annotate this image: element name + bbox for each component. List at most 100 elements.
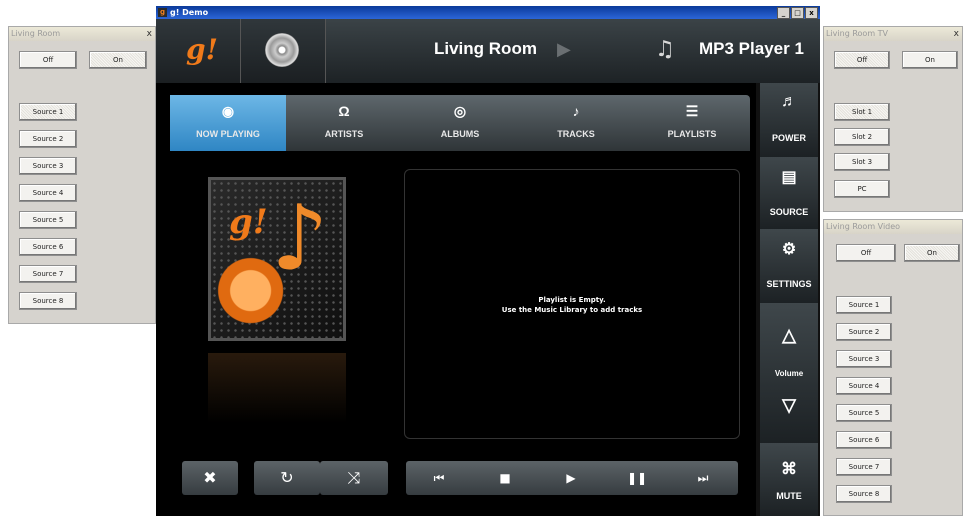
window-close-button[interactable]: x [805, 7, 818, 19]
minimize-button[interactable]: _ [777, 7, 790, 19]
tv-off-button[interactable]: Off [834, 51, 890, 69]
playlist-empty-message: Playlist is Empty. Use the Music Library… [405, 295, 739, 315]
album-art-logo: g! [229, 202, 268, 242]
pc-button[interactable]: PC [834, 180, 890, 198]
settings-button[interactable]: ⚙ SETTINGS [760, 229, 818, 304]
sidebar: ♬ POWER ▤ SOURCE ⚙ SETTINGS △ Volume ▽ ⌘… [756, 83, 820, 516]
playlist-empty-line: Playlist is Empty. [538, 296, 606, 304]
source-button-1[interactable]: Source 1 [19, 103, 77, 121]
slot-button-3[interactable]: Slot 3 [834, 153, 890, 171]
playlist-panel[interactable]: Playlist is Empty. Use the Music Library… [404, 169, 740, 439]
tab-artists[interactable]: Ω ARTISTS [286, 95, 402, 151]
album-art-reflection [208, 353, 346, 423]
shuffle-button[interactable]: ⤨ [320, 461, 388, 495]
slot-button-2[interactable]: Slot 2 [834, 128, 890, 146]
pause-button[interactable]: ❚❚ [612, 461, 662, 495]
close-icon[interactable]: x [147, 27, 152, 41]
playlist-hint-line: Use the Music Library to add tracks [501, 306, 643, 314]
maximize-button[interactable]: □ [791, 7, 804, 19]
remote-icon: ▤ [781, 169, 797, 186]
living-room-titlebar: Living Room x [9, 27, 155, 41]
tab-label: NOW PLAYING [196, 129, 260, 139]
close-icon[interactable]: x [954, 27, 959, 41]
source-button-5[interactable]: Source 5 [19, 211, 77, 229]
living-room-on-button[interactable]: On [89, 51, 147, 69]
video-on-button[interactable]: On [904, 244, 960, 262]
tab-albums[interactable]: ◎ ALBUMS [402, 95, 518, 151]
volume-down-icon[interactable]: ▽ [760, 395, 818, 416]
artist-icon: Ω [338, 103, 350, 119]
music-note-icon: ♫ [655, 37, 675, 62]
tab-label: ARTISTS [324, 129, 364, 139]
album-art: ♪ g! [208, 177, 346, 341]
video-panel-title: Living Room Video [826, 222, 901, 231]
next-button[interactable]: ⏭ [678, 461, 728, 495]
volume-up-icon[interactable]: △ [760, 325, 818, 346]
source-button-7[interactable]: Source 7 [19, 265, 77, 283]
video-source-button-2[interactable]: Source 2 [836, 323, 892, 341]
video-off-button[interactable]: Off [836, 244, 896, 262]
previous-button[interactable]: ⏮ [414, 461, 464, 495]
source-button-8[interactable]: Source 8 [19, 292, 77, 310]
tv-panel-title: Living Room TV [826, 29, 889, 38]
source-button-6[interactable]: Source 6 [19, 238, 77, 256]
playlist-icon: ☰ [685, 103, 699, 119]
media-button[interactable] [241, 19, 326, 83]
tv-on-button[interactable]: On [902, 51, 958, 69]
zone-arrow-icon: ▶ [557, 39, 571, 60]
source-button-4[interactable]: Source 4 [19, 184, 77, 202]
music-note-icon: ♪ [271, 186, 329, 291]
living-room-off-button[interactable]: Off [19, 51, 77, 69]
window-titlebar: g g! Demo _ □ x [156, 6, 820, 19]
repeat-button[interactable]: ↻ [254, 461, 320, 495]
video-panel-titlebar: Living Room Video [824, 220, 962, 234]
volume-control: △ Volume ▽ [760, 303, 818, 444]
home-button[interactable]: g! [156, 19, 241, 83]
video-source-button-1[interactable]: Source 1 [836, 296, 892, 314]
settings-label: SETTINGS [766, 279, 812, 289]
power-button[interactable]: ♬ POWER [760, 83, 818, 158]
source-button-2[interactable]: Source 2 [19, 130, 77, 148]
player-name[interactable]: MP3 Player 1 [699, 39, 804, 59]
source-label: SOURCE [769, 207, 809, 217]
source-button[interactable]: ▤ SOURCE [760, 157, 818, 230]
living-room-video-panel: Living Room Video Off On Source 1 Source… [823, 219, 963, 516]
tab-now-playing[interactable]: ◉ NOW PLAYING [170, 95, 286, 151]
gear-icon: ⚙ [781, 241, 797, 258]
mute-label: MUTE [776, 491, 802, 501]
living-room-tv-panel: Living Room TV x Off On Slot 1 Slot 2 Sl… [823, 26, 963, 212]
play-button[interactable]: ▶ [546, 461, 596, 495]
zone-name[interactable]: Living Room [434, 39, 537, 59]
mute-icon: ⌘ [781, 461, 797, 478]
video-source-button-6[interactable]: Source 6 [836, 431, 892, 449]
video-source-button-4[interactable]: Source 4 [836, 377, 892, 395]
stop-button[interactable]: ■ [480, 461, 530, 495]
power-label: POWER [771, 133, 806, 143]
content-area: ◉ NOW PLAYING Ω ARTISTS ◎ ALBUMS ♪ TRACK… [156, 83, 756, 516]
video-source-button-5[interactable]: Source 5 [836, 404, 892, 422]
slot-button-1[interactable]: Slot 1 [834, 103, 890, 121]
mute-button[interactable]: ⌘ MUTE [760, 443, 818, 516]
play-circle-icon: ◉ [221, 103, 235, 119]
video-source-button-3[interactable]: Source 3 [836, 350, 892, 368]
tv-panel-titlebar: Living Room TV x [824, 27, 962, 41]
disc-icon [265, 33, 299, 67]
video-source-button-8[interactable]: Source 8 [836, 485, 892, 503]
tab-label: TRACKS [557, 129, 595, 139]
album-icon: ◎ [453, 103, 467, 119]
tab-label: PLAYLISTS [667, 129, 717, 139]
top-bar: g! Living Room ▶ ♫ MP3 Player 1 [156, 19, 820, 84]
logo: g! [186, 33, 218, 66]
tab-playlists[interactable]: ☰ PLAYLISTS [634, 95, 750, 151]
transport-controls: ⏮ ■ ▶ ❚❚ ⏭ [406, 461, 738, 495]
window-title: g! Demo [170, 8, 209, 17]
tab-tracks[interactable]: ♪ TRACKS [518, 95, 634, 151]
living-room-panel: Living Room x Off On Source 1 Source 2 S… [8, 26, 156, 324]
source-button-3[interactable]: Source 3 [19, 157, 77, 175]
living-room-title: Living Room [11, 29, 61, 38]
clear-button[interactable]: ✖ [182, 461, 238, 495]
track-icon: ♪ [572, 103, 580, 119]
tab-bar: ◉ NOW PLAYING Ω ARTISTS ◎ ALBUMS ♪ TRACK… [170, 95, 750, 151]
video-source-button-7[interactable]: Source 7 [836, 458, 892, 476]
power-note-icon: ♬ [781, 93, 797, 110]
